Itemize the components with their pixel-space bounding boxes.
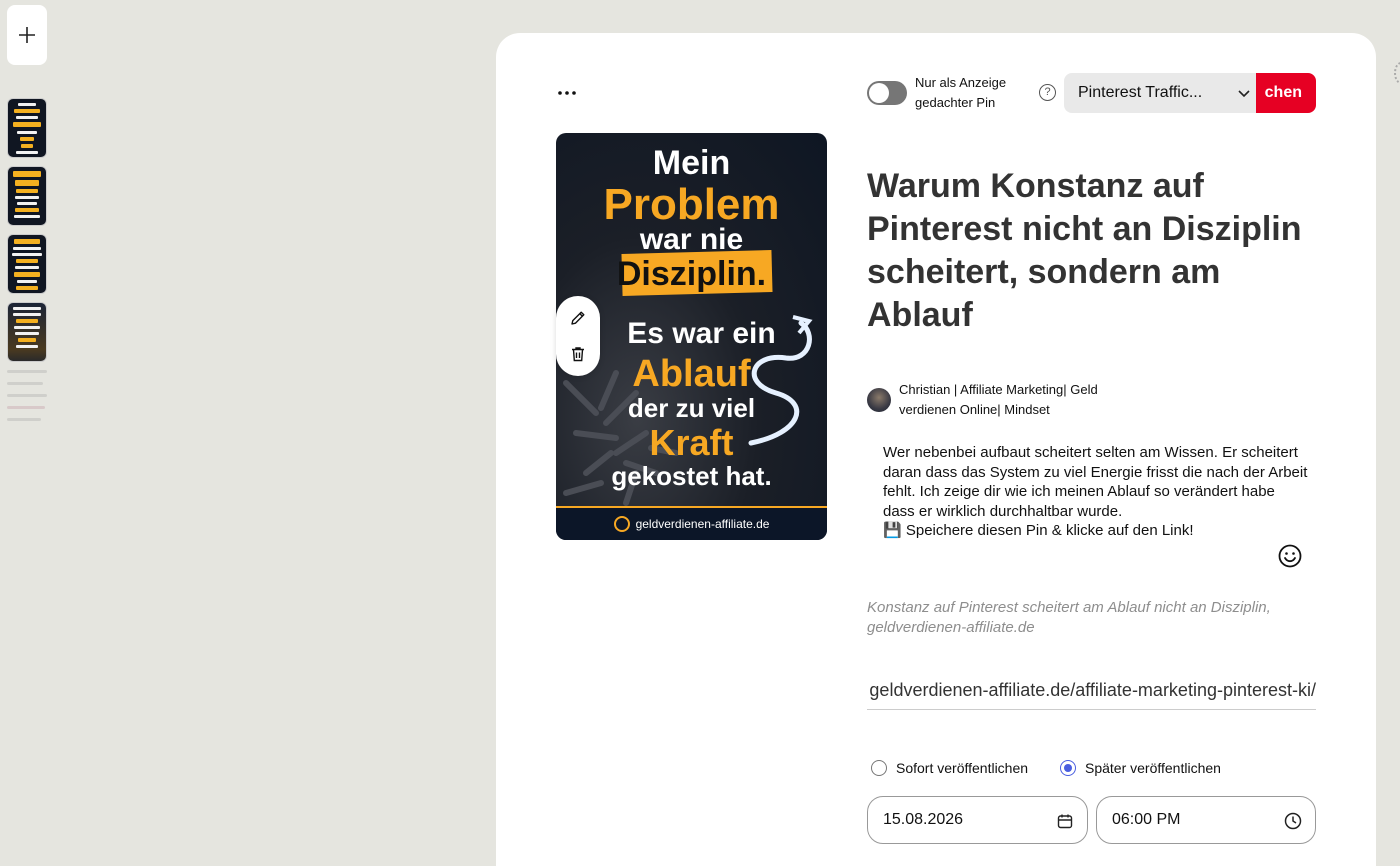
plus-icon xyxy=(19,27,35,43)
draft-thumbnail-2[interactable] xyxy=(7,166,47,226)
pin-headline-line: Kraft xyxy=(649,422,734,463)
draft-placeholder xyxy=(7,382,43,385)
draft-placeholder xyxy=(7,394,47,397)
globe-icon xyxy=(613,516,630,532)
trash-icon xyxy=(572,347,584,362)
draft-thumbnail-1[interactable] xyxy=(7,98,47,158)
ad-only-toggle-label: Nur als Anzeige gedachter Pin xyxy=(915,75,1007,110)
edit-image-button[interactable] xyxy=(568,308,588,328)
publish-later-option[interactable]: Später veröffentlichen xyxy=(1060,760,1221,776)
pin-headline-line: gekostet hat. xyxy=(611,461,772,491)
image-actions xyxy=(556,296,600,376)
publish-now-option[interactable]: Sofort veröffentlichen xyxy=(871,760,1028,776)
pin-footer-url: geldverdienen-affiliate.de xyxy=(635,517,770,531)
time-value: 06:00 PM xyxy=(1112,811,1181,828)
author-name: Christian | Affiliate Marketing| Geld ve… xyxy=(899,382,1098,417)
description-cta: 💾 Speichere diesen Pin & klicke auf den … xyxy=(883,522,1194,539)
publish-now-label: Sofort veröffentlichen xyxy=(896,760,1029,776)
draft-placeholder xyxy=(7,406,45,409)
publish-later-radio[interactable] xyxy=(1060,760,1076,776)
calendar-icon[interactable] xyxy=(1055,811,1075,831)
pin-headline-line: Mein xyxy=(652,144,731,182)
time-field[interactable]: 06:00 PM xyxy=(1096,796,1316,844)
date-value: 15.08.2026 xyxy=(883,811,964,828)
pencil-icon xyxy=(571,311,585,325)
help-icon[interactable]: ? xyxy=(1039,84,1056,101)
pin-description-field[interactable]: Wer nebenbei aufbaut scheitert selten am… xyxy=(883,443,1308,541)
date-field[interactable]: 15.08.2026 xyxy=(867,796,1088,844)
publish-later-label: Später veröffentlichen xyxy=(1085,760,1221,776)
avatar xyxy=(867,388,891,412)
board-select-value: Pinterest Traffic... xyxy=(1078,84,1203,101)
destination-link-field[interactable]: geldverdienen-affiliate.de/affiliate-mar… xyxy=(867,678,1316,710)
smiley-icon xyxy=(1278,544,1302,568)
draft-placeholder xyxy=(7,370,47,373)
publish-now-radio[interactable] xyxy=(871,760,887,776)
pin-title-field[interactable]: Warum Konstanz auf Pinterest nicht an Di… xyxy=(867,165,1327,337)
destination-link-value: geldverdienen-affiliate.de/affiliate-mar… xyxy=(869,680,1316,700)
ad-only-toggle[interactable] xyxy=(867,81,907,105)
description-text: Wer nebenbei aufbaut scheitert selten am… xyxy=(883,444,1308,520)
alt-text-field[interactable]: Konstanz auf Pinterest scheitert am Abla… xyxy=(867,598,1327,638)
more-options-button[interactable] xyxy=(556,82,578,104)
loading-spinner-icon xyxy=(1394,62,1400,84)
pin-footer: geldverdienen-affiliate.de xyxy=(556,506,827,540)
pin-headline-line: Disziplin. xyxy=(616,255,767,293)
publish-button[interactable]: chen xyxy=(1256,73,1316,113)
draft-thumbnail-3[interactable] xyxy=(7,234,47,294)
pin-headline-line: Problem xyxy=(603,180,780,229)
pin-headline-line: war nie xyxy=(639,223,744,256)
chevron-down-icon xyxy=(1238,90,1250,98)
draft-placeholder xyxy=(7,418,41,421)
board-select[interactable]: Pinterest Traffic... xyxy=(1064,73,1264,113)
draft-thumbnail-4[interactable] xyxy=(7,302,47,362)
emoji-picker-button[interactable] xyxy=(1278,544,1302,568)
ellipsis-icon xyxy=(558,91,576,95)
clock-icon[interactable] xyxy=(1283,811,1303,831)
delete-image-button[interactable] xyxy=(568,344,588,364)
pin-headline-line: der zu viel xyxy=(627,393,756,423)
add-pin-button[interactable] xyxy=(7,5,47,65)
